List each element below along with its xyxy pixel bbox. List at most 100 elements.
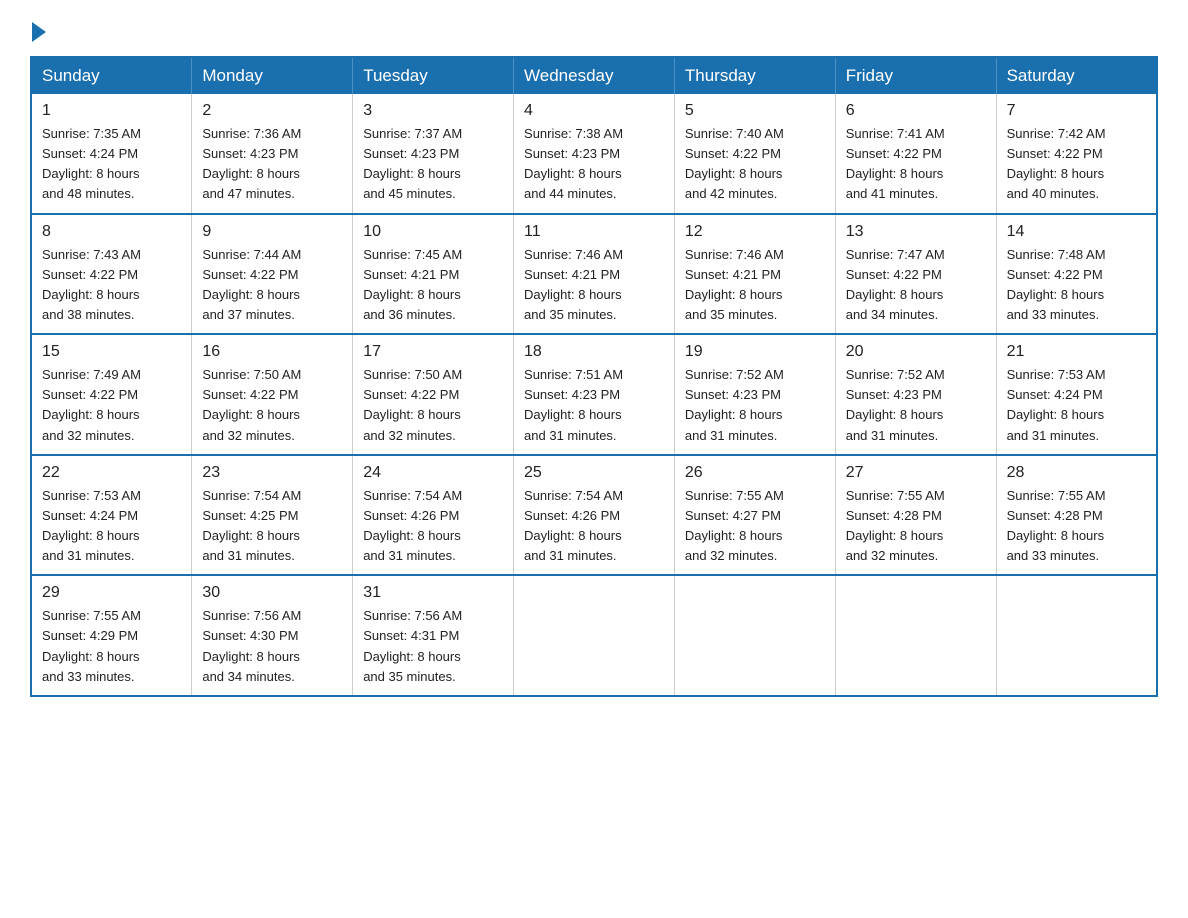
calendar-cell: 26 Sunrise: 7:55 AMSunset: 4:27 PMDaylig…	[674, 455, 835, 576]
day-info: Sunrise: 7:55 AMSunset: 4:28 PMDaylight:…	[846, 486, 986, 567]
calendar-cell: 5 Sunrise: 7:40 AMSunset: 4:22 PMDayligh…	[674, 94, 835, 214]
calendar-week-row: 15 Sunrise: 7:49 AMSunset: 4:22 PMDaylig…	[31, 334, 1157, 455]
day-number: 3	[363, 102, 503, 120]
calendar-cell: 17 Sunrise: 7:50 AMSunset: 4:22 PMDaylig…	[353, 334, 514, 455]
calendar-cell: 21 Sunrise: 7:53 AMSunset: 4:24 PMDaylig…	[996, 334, 1157, 455]
day-info: Sunrise: 7:48 AMSunset: 4:22 PMDaylight:…	[1007, 245, 1146, 326]
day-of-week-header: Tuesday	[353, 57, 514, 94]
day-info: Sunrise: 7:44 AMSunset: 4:22 PMDaylight:…	[202, 245, 342, 326]
page-header	[30, 20, 1158, 38]
day-info: Sunrise: 7:55 AMSunset: 4:28 PMDaylight:…	[1007, 486, 1146, 567]
calendar-cell: 12 Sunrise: 7:46 AMSunset: 4:21 PMDaylig…	[674, 214, 835, 335]
day-number: 13	[846, 223, 986, 241]
day-number: 2	[202, 102, 342, 120]
day-number: 14	[1007, 223, 1146, 241]
day-info: Sunrise: 7:42 AMSunset: 4:22 PMDaylight:…	[1007, 124, 1146, 205]
day-number: 1	[42, 102, 181, 120]
calendar-cell: 3 Sunrise: 7:37 AMSunset: 4:23 PMDayligh…	[353, 94, 514, 214]
day-number: 23	[202, 464, 342, 482]
calendar-cell	[674, 575, 835, 696]
day-info: Sunrise: 7:54 AMSunset: 4:25 PMDaylight:…	[202, 486, 342, 567]
day-number: 16	[202, 343, 342, 361]
calendar-cell	[514, 575, 675, 696]
day-number: 17	[363, 343, 503, 361]
day-number: 27	[846, 464, 986, 482]
day-number: 8	[42, 223, 181, 241]
day-info: Sunrise: 7:36 AMSunset: 4:23 PMDaylight:…	[202, 124, 342, 205]
day-number: 15	[42, 343, 181, 361]
day-info: Sunrise: 7:55 AMSunset: 4:29 PMDaylight:…	[42, 606, 181, 687]
day-info: Sunrise: 7:47 AMSunset: 4:22 PMDaylight:…	[846, 245, 986, 326]
day-number: 28	[1007, 464, 1146, 482]
calendar-cell: 15 Sunrise: 7:49 AMSunset: 4:22 PMDaylig…	[31, 334, 192, 455]
day-info: Sunrise: 7:43 AMSunset: 4:22 PMDaylight:…	[42, 245, 181, 326]
calendar-week-row: 22 Sunrise: 7:53 AMSunset: 4:24 PMDaylig…	[31, 455, 1157, 576]
day-number: 12	[685, 223, 825, 241]
day-number: 29	[42, 584, 181, 602]
day-number: 21	[1007, 343, 1146, 361]
calendar-cell: 4 Sunrise: 7:38 AMSunset: 4:23 PMDayligh…	[514, 94, 675, 214]
day-info: Sunrise: 7:53 AMSunset: 4:24 PMDaylight:…	[1007, 365, 1146, 446]
day-info: Sunrise: 7:37 AMSunset: 4:23 PMDaylight:…	[363, 124, 503, 205]
calendar-cell: 14 Sunrise: 7:48 AMSunset: 4:22 PMDaylig…	[996, 214, 1157, 335]
day-number: 19	[685, 343, 825, 361]
day-info: Sunrise: 7:46 AMSunset: 4:21 PMDaylight:…	[524, 245, 664, 326]
calendar-week-row: 8 Sunrise: 7:43 AMSunset: 4:22 PMDayligh…	[31, 214, 1157, 335]
day-info: Sunrise: 7:52 AMSunset: 4:23 PMDaylight:…	[846, 365, 986, 446]
day-of-week-header: Thursday	[674, 57, 835, 94]
calendar-cell: 11 Sunrise: 7:46 AMSunset: 4:21 PMDaylig…	[514, 214, 675, 335]
day-info: Sunrise: 7:54 AMSunset: 4:26 PMDaylight:…	[524, 486, 664, 567]
calendar-header-row: SundayMondayTuesdayWednesdayThursdayFrid…	[31, 57, 1157, 94]
day-number: 22	[42, 464, 181, 482]
day-of-week-header: Wednesday	[514, 57, 675, 94]
day-info: Sunrise: 7:45 AMSunset: 4:21 PMDaylight:…	[363, 245, 503, 326]
calendar-cell: 10 Sunrise: 7:45 AMSunset: 4:21 PMDaylig…	[353, 214, 514, 335]
day-info: Sunrise: 7:54 AMSunset: 4:26 PMDaylight:…	[363, 486, 503, 567]
day-number: 20	[846, 343, 986, 361]
day-number: 10	[363, 223, 503, 241]
calendar-cell: 13 Sunrise: 7:47 AMSunset: 4:22 PMDaylig…	[835, 214, 996, 335]
day-info: Sunrise: 7:52 AMSunset: 4:23 PMDaylight:…	[685, 365, 825, 446]
calendar-table: SundayMondayTuesdayWednesdayThursdayFrid…	[30, 56, 1158, 697]
calendar-cell: 27 Sunrise: 7:55 AMSunset: 4:28 PMDaylig…	[835, 455, 996, 576]
calendar-cell: 1 Sunrise: 7:35 AMSunset: 4:24 PMDayligh…	[31, 94, 192, 214]
calendar-cell: 19 Sunrise: 7:52 AMSunset: 4:23 PMDaylig…	[674, 334, 835, 455]
calendar-cell: 28 Sunrise: 7:55 AMSunset: 4:28 PMDaylig…	[996, 455, 1157, 576]
day-info: Sunrise: 7:53 AMSunset: 4:24 PMDaylight:…	[42, 486, 181, 567]
day-info: Sunrise: 7:56 AMSunset: 4:31 PMDaylight:…	[363, 606, 503, 687]
day-number: 25	[524, 464, 664, 482]
calendar-cell: 22 Sunrise: 7:53 AMSunset: 4:24 PMDaylig…	[31, 455, 192, 576]
day-info: Sunrise: 7:56 AMSunset: 4:30 PMDaylight:…	[202, 606, 342, 687]
calendar-cell: 20 Sunrise: 7:52 AMSunset: 4:23 PMDaylig…	[835, 334, 996, 455]
day-of-week-header: Friday	[835, 57, 996, 94]
day-info: Sunrise: 7:50 AMSunset: 4:22 PMDaylight:…	[202, 365, 342, 446]
day-of-week-header: Saturday	[996, 57, 1157, 94]
day-number: 7	[1007, 102, 1146, 120]
day-number: 18	[524, 343, 664, 361]
calendar-cell: 29 Sunrise: 7:55 AMSunset: 4:29 PMDaylig…	[31, 575, 192, 696]
calendar-cell: 30 Sunrise: 7:56 AMSunset: 4:30 PMDaylig…	[192, 575, 353, 696]
day-info: Sunrise: 7:55 AMSunset: 4:27 PMDaylight:…	[685, 486, 825, 567]
day-info: Sunrise: 7:50 AMSunset: 4:22 PMDaylight:…	[363, 365, 503, 446]
day-info: Sunrise: 7:38 AMSunset: 4:23 PMDaylight:…	[524, 124, 664, 205]
calendar-cell: 18 Sunrise: 7:51 AMSunset: 4:23 PMDaylig…	[514, 334, 675, 455]
calendar-cell	[996, 575, 1157, 696]
calendar-cell: 2 Sunrise: 7:36 AMSunset: 4:23 PMDayligh…	[192, 94, 353, 214]
day-number: 30	[202, 584, 342, 602]
day-number: 5	[685, 102, 825, 120]
calendar-cell	[835, 575, 996, 696]
day-info: Sunrise: 7:35 AMSunset: 4:24 PMDaylight:…	[42, 124, 181, 205]
logo	[30, 20, 46, 38]
calendar-week-row: 1 Sunrise: 7:35 AMSunset: 4:24 PMDayligh…	[31, 94, 1157, 214]
day-info: Sunrise: 7:46 AMSunset: 4:21 PMDaylight:…	[685, 245, 825, 326]
calendar-cell: 6 Sunrise: 7:41 AMSunset: 4:22 PMDayligh…	[835, 94, 996, 214]
day-number: 24	[363, 464, 503, 482]
calendar-cell: 9 Sunrise: 7:44 AMSunset: 4:22 PMDayligh…	[192, 214, 353, 335]
calendar-cell: 23 Sunrise: 7:54 AMSunset: 4:25 PMDaylig…	[192, 455, 353, 576]
day-info: Sunrise: 7:49 AMSunset: 4:22 PMDaylight:…	[42, 365, 181, 446]
calendar-week-row: 29 Sunrise: 7:55 AMSunset: 4:29 PMDaylig…	[31, 575, 1157, 696]
calendar-cell: 31 Sunrise: 7:56 AMSunset: 4:31 PMDaylig…	[353, 575, 514, 696]
day-number: 11	[524, 223, 664, 241]
day-number: 4	[524, 102, 664, 120]
day-number: 6	[846, 102, 986, 120]
